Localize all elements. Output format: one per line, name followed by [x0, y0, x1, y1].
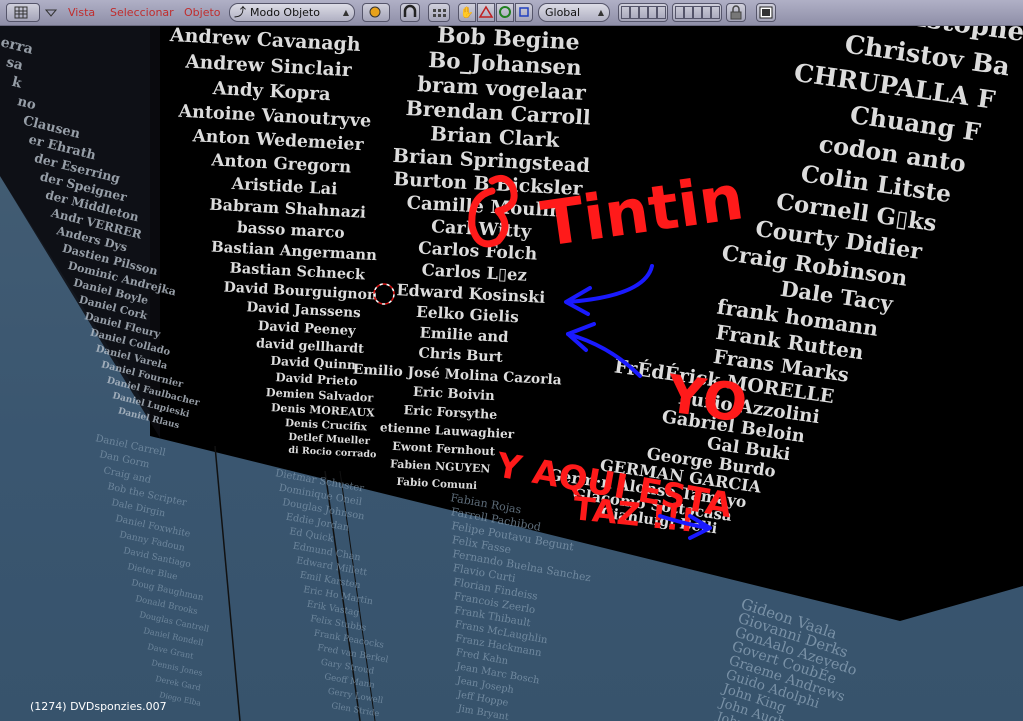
menu-vista[interactable]: Vista — [68, 6, 95, 19]
manipulator-toggle-button[interactable]: ✋ — [458, 3, 476, 22]
annotation-yo: YO — [662, 364, 751, 435]
menu-seleccionar[interactable]: Seleccionar — [110, 6, 174, 19]
scale-manipulator-button[interactable] — [515, 3, 533, 22]
grid-icon — [14, 6, 28, 19]
updown-arrows-icon: ▲ — [597, 8, 604, 17]
status-object-info: (1274) DVDsponzies.007 — [30, 700, 167, 713]
credits-reflection-far: Gideon VaalaGiovanni DerksGonAalo Azeved… — [713, 595, 859, 721]
dots-grid-icon — [433, 9, 446, 17]
shading-icon — [369, 6, 381, 18]
credits-reflection-left: Daniel CarrellDan GormCraig andBob the S… — [94, 433, 210, 708]
draw-type-button[interactable] — [362, 3, 390, 22]
collapse-menu-icon[interactable] — [45, 8, 57, 18]
annotation-yo-text: YO — [662, 364, 751, 435]
editor-type-button[interactable] — [6, 3, 40, 22]
mode-select-value: Modo Objeto — [250, 6, 320, 19]
orientation-value: Global — [545, 6, 581, 19]
object-mode-icon: ⤴ — [234, 5, 247, 19]
layers-group-1[interactable] — [618, 3, 668, 22]
menu-objeto[interactable]: Objeto — [184, 6, 221, 19]
render-preview-button[interactable] — [756, 3, 776, 22]
3d-view-header: Vista Seleccionar Objeto ⤴ Modo Objeto ▲ — [0, 0, 1023, 26]
triangle-icon — [478, 5, 494, 18]
mode-select[interactable]: ⤴ Modo Objeto ▲ — [229, 3, 355, 22]
magnet-icon — [403, 4, 417, 17]
lock-icon — [730, 5, 742, 20]
translate-manipulator-button[interactable] — [477, 3, 495, 22]
snap-button[interactable] — [400, 3, 420, 22]
image-icon — [759, 6, 773, 19]
updown-arrows-icon: ▲ — [342, 8, 349, 17]
reflection-line — [214, 445, 241, 721]
orientation-select[interactable]: Global ▲ — [538, 3, 610, 22]
square-icon — [519, 7, 529, 17]
hand-icon: ✋ — [460, 6, 474, 19]
layers-group-2[interactable] — [672, 3, 722, 22]
lock-layers-button[interactable] — [726, 3, 746, 22]
scene-render: Andrew CavanaghAndrew SinclairAndy Kopra… — [0, 26, 1023, 721]
ring-icon — [499, 6, 511, 18]
rotate-manipulator-button[interactable] — [496, 3, 514, 22]
blender-window: Vista Seleccionar Objeto ⤴ Modo Objeto ▲ — [0, 0, 1023, 721]
credits-reflection-mid: Dietmar SchusterDominique OneilDouglas J… — [274, 468, 389, 718]
3d-viewport[interactable]: Andrew Cavanagh Andrew Sinclair Andy Kopra… — [0, 26, 1023, 721]
layer-toggle-button[interactable] — [428, 3, 450, 22]
